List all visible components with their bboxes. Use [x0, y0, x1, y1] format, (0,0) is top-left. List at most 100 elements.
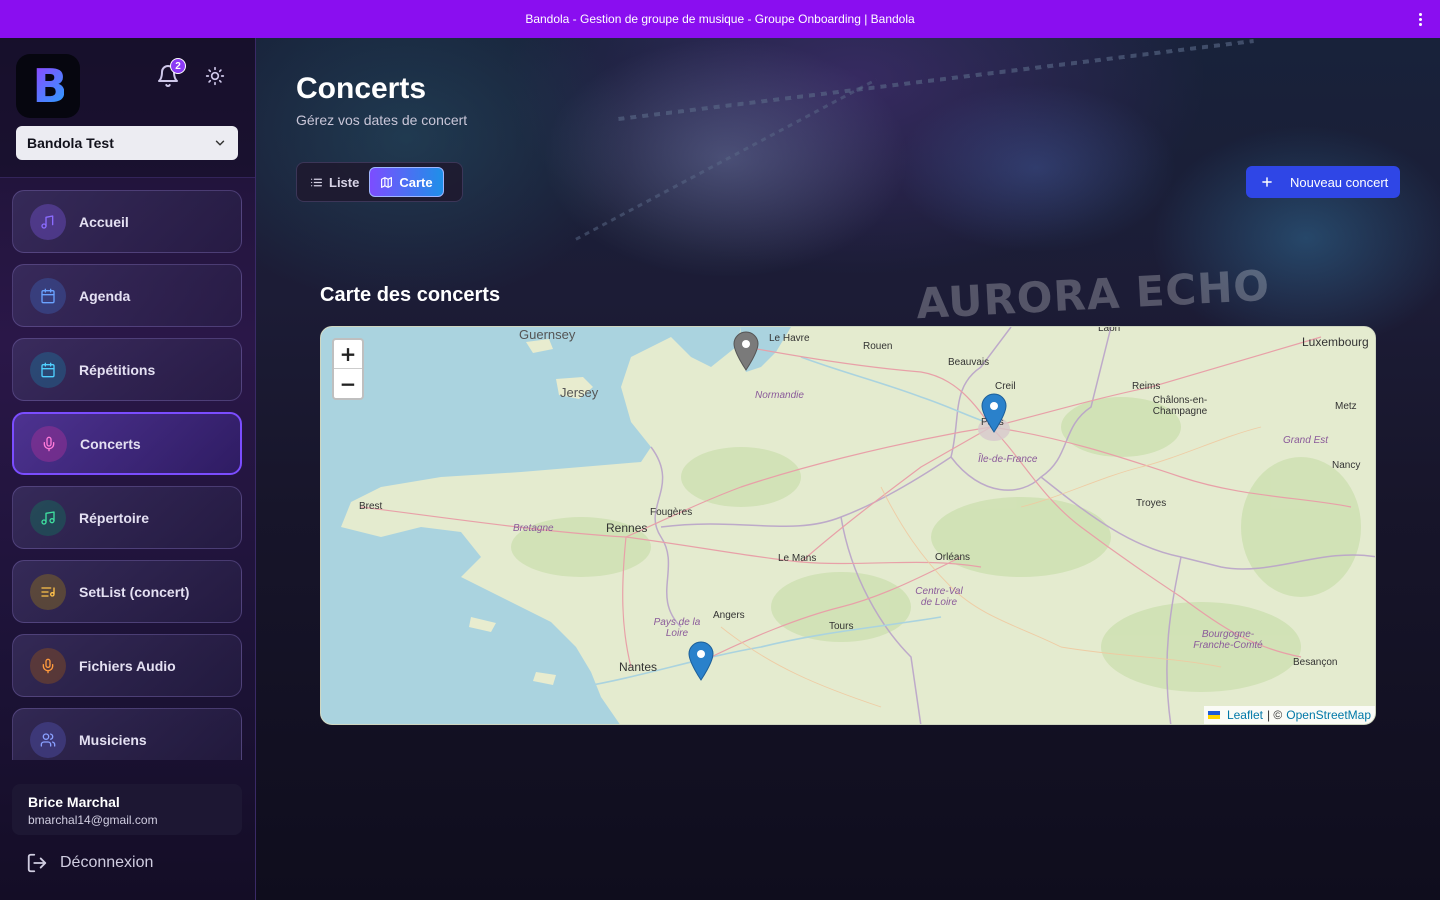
list-icon — [311, 178, 322, 186]
map-label-city: Reims — [1132, 381, 1161, 392]
sidebar-item-label: Fichiers Audio — [79, 657, 176, 674]
map-icon — [381, 176, 393, 188]
calendar-icon — [30, 277, 66, 314]
calendar-icon — [30, 351, 66, 388]
map-label-city: Metz — [1335, 401, 1357, 412]
sidebar-item-label: Agenda — [79, 287, 131, 304]
list-view-label: Liste — [329, 174, 360, 190]
map-label-city: Le Mans — [778, 553, 817, 564]
map-label-city: Creil — [995, 381, 1016, 392]
map-label-city: Angers — [713, 610, 745, 621]
plus-icon — [1262, 177, 1272, 187]
page-subtitle: Gérez vos dates de concert — [296, 112, 468, 128]
ukraine-flag-icon — [1207, 711, 1220, 719]
osm-link[interactable]: OpenStreetMap — [1286, 708, 1371, 722]
app-logo[interactable]: B — [16, 54, 80, 118]
music-notes-icon — [30, 499, 66, 536]
main-content: AURORA ECHO Concerts Gérez vos dates de … — [256, 38, 1440, 900]
map-marker-paris[interactable] — [981, 393, 1007, 433]
sidebar-item-répétitions[interactable]: Répétitions — [12, 338, 242, 401]
map-view-label: Carte — [399, 174, 433, 190]
sidebar-item-accueil[interactable]: Accueil — [12, 190, 242, 253]
window-title: Bandola - Gestion de groupe de musique -… — [525, 12, 915, 26]
map-tiles — [321, 327, 1375, 724]
map-label-city: Châlons-en-Champagne — [1152, 395, 1208, 417]
map-label-region: Bourgogne-Franche-Comté — [1193, 629, 1263, 651]
sidebar: B 2 Bandola Test Accueil Agenda Répétition… — [0, 38, 256, 900]
sun-icon[interactable] — [205, 66, 225, 86]
map-label-city: Le Havre — [769, 333, 810, 344]
mic-icon — [30, 647, 66, 684]
map-label-region: Pays de la Loire — [653, 617, 701, 639]
map-view-button[interactable]: Carte — [369, 167, 444, 197]
map-label-city: Nancy — [1332, 460, 1361, 471]
sidebar-item-répertoire[interactable]: Répertoire — [12, 486, 242, 549]
stage-truss — [618, 39, 1254, 121]
sidebar-item-label: Répertoire — [79, 509, 150, 526]
group-select[interactable]: Bandola Test — [16, 126, 238, 160]
attribution-separator: | © — [1266, 708, 1283, 722]
map-zoom-control: + − — [332, 338, 364, 400]
map-attribution: Leaflet | © OpenStreetMap — [1203, 706, 1375, 724]
map-label-city: Beauvais — [948, 357, 990, 368]
list-music-icon — [30, 573, 66, 610]
new-concert-button[interactable]: Nouveau concert — [1246, 166, 1400, 198]
user-name: Brice Marchal — [28, 794, 120, 810]
microphone-icon — [31, 425, 67, 462]
sidebar-item-concerts[interactable]: Concerts — [12, 412, 242, 475]
sidebar-item-musiciens[interactable]: Musiciens — [12, 708, 242, 760]
leaflet-link[interactable]: Leaflet — [1227, 708, 1263, 722]
map-label-city: Rouen — [863, 341, 893, 352]
sidebar-header: B 2 Bandola Test — [0, 38, 255, 178]
logout-label: Déconnexion — [60, 854, 154, 871]
stage-banner: AURORA ECHO — [914, 260, 1272, 329]
map-label-region: Grand Est — [1283, 435, 1329, 446]
map-label-city: Orléans — [935, 552, 971, 563]
chevron-down-icon — [215, 140, 225, 146]
users-icon — [30, 721, 66, 758]
sidebar-item-fichiers-audio[interactable]: Fichiers Audio — [12, 634, 242, 697]
map-marker-nantes[interactable] — [688, 641, 714, 681]
zoom-out-button[interactable]: − — [334, 369, 362, 398]
user-card: Brice Marchal bmarchal14@gmail.com — [12, 784, 242, 835]
logout-icon — [27, 853, 47, 873]
concert-map[interactable]: Guernsey Jersey Le Havre Rouen Beauvais … — [320, 326, 1376, 725]
page-title: Concerts — [296, 72, 427, 105]
zoom-in-button[interactable]: + — [334, 340, 362, 369]
map-label-city: Laon — [1098, 326, 1121, 334]
logout-button[interactable]: Déconnexion — [26, 852, 153, 874]
map-label-city: Besançon — [1293, 657, 1338, 668]
sidebar-item-setlist-concert[interactable]: SetList (concert) — [12, 560, 242, 623]
user-email: bmarchal14@gmail.com — [28, 813, 158, 827]
sidebar-item-label: SetList (concert) — [79, 583, 190, 600]
map-label-city: Luxembourg — [1302, 335, 1369, 349]
music-note-icon — [30, 203, 66, 240]
map-marker-le-havre[interactable] — [733, 331, 759, 371]
map-label-region: Bretagne — [513, 523, 554, 534]
window-titlebar: Bandola - Gestion de groupe de musique -… — [0, 0, 1440, 38]
map-label-region: Centre-Val de Loire — [915, 586, 963, 608]
kebab-menu-icon[interactable] — [1410, 9, 1430, 29]
map-label-region: Normandie — [755, 390, 804, 401]
list-view-button[interactable]: Liste — [300, 167, 369, 197]
notification-badge: 2 — [170, 58, 186, 74]
map-label-city: Rennes — [606, 521, 648, 535]
new-concert-label: Nouveau concert — [1290, 174, 1389, 190]
sidebar-nav: Accueil Agenda Répétitions Concerts Répertoi… — [12, 190, 242, 760]
view-toggle: Liste Carte — [296, 162, 463, 202]
sidebar-item-label: Répétitions — [79, 361, 156, 378]
sidebar-item-label: Concerts — [80, 435, 141, 452]
map-label-sea: Guernsey — [519, 327, 576, 342]
map-label-city: Brest — [359, 501, 383, 512]
sidebar-item-agenda[interactable]: Agenda — [12, 264, 242, 327]
sidebar-item-label: Accueil — [79, 213, 129, 230]
group-select-value: Bandola Test — [27, 135, 114, 151]
map-label-sea: Jersey — [560, 385, 599, 400]
map-label-region: Île-de-France — [978, 454, 1038, 465]
map-label-city: Nantes — [619, 660, 658, 674]
map-label-city: Troyes — [1136, 498, 1167, 509]
map-label-city: Tours — [829, 621, 854, 632]
sidebar-item-label: Musiciens — [79, 731, 147, 748]
map-heading: Carte des concerts — [320, 284, 501, 306]
map-label-city: Fougères — [650, 507, 693, 518]
